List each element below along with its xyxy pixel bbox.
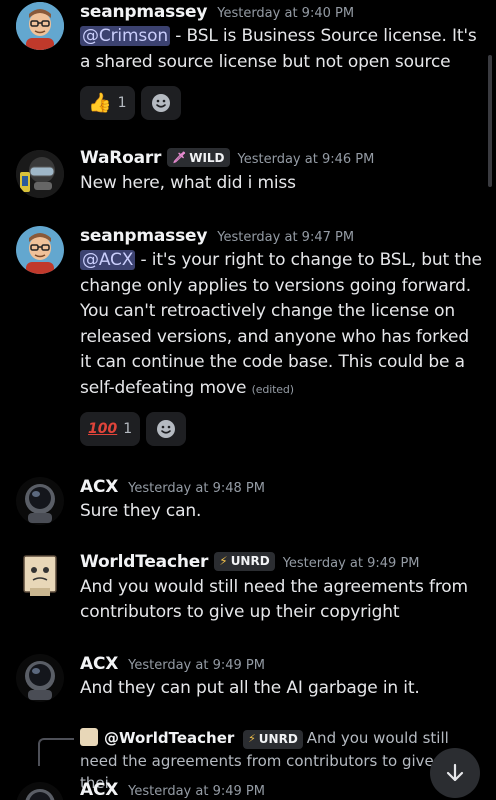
arrow-down-icon (446, 763, 464, 782)
jump-to-present-button[interactable] (430, 748, 480, 798)
reaction-count: 1 (117, 95, 127, 111)
message-text: Sure they can. (80, 501, 202, 521)
timestamp: Yesterday at 9:40 PM (217, 6, 355, 21)
avatar[interactable] (16, 654, 64, 702)
username[interactable]: seanpmassey (80, 226, 207, 246)
username[interactable]: WaRoarr (80, 148, 161, 168)
timestamp: Yesterday at 9:49 PM (282, 556, 420, 571)
reaction-hundred-points[interactable]: 100 1 (80, 412, 141, 446)
lightning-icon: ⚡ (248, 732, 256, 745)
message-text: @Crimson - BSL is Business Source licens… (80, 26, 477, 72)
guild-tag[interactable]: ⚡ UNRD (214, 551, 275, 571)
username[interactable]: ACX (80, 654, 118, 674)
avatar[interactable] (16, 226, 64, 274)
message-text: @ACX - it's your right to change to BSL,… (80, 250, 482, 398)
timestamp: Yesterday at 9:47 PM (217, 230, 355, 245)
username[interactable]: seanpmassey (80, 2, 207, 22)
avatar[interactable] (16, 477, 64, 525)
message-text: And they can put all the AI garbage in i… (80, 678, 420, 698)
timestamp: Yesterday at 9:48 PM (128, 481, 265, 496)
timestamp: Yesterday at 9:49 PM (128, 784, 265, 799)
timestamp: Yesterday at 9:46 PM (237, 152, 375, 167)
avatar[interactable] (16, 150, 64, 198)
avatar[interactable] (16, 552, 64, 600)
avatar[interactable] (16, 2, 64, 50)
scrollbar[interactable] (488, 55, 492, 187)
username[interactable]: ACX (80, 477, 118, 497)
message-text: And you would still need the agreements … (80, 576, 468, 623)
reactions: 100 1 (80, 412, 482, 446)
thumbs-up-icon: 👍 (88, 91, 112, 114)
reply-avatar (80, 728, 98, 746)
username[interactable]: ACX (80, 780, 118, 800)
username[interactable]: WorldTeacher (80, 552, 208, 572)
user-mention[interactable]: @ACX (80, 250, 136, 270)
edited-label: (edited) (251, 382, 294, 396)
message-text: New here, what did i miss (80, 173, 296, 193)
guild-tag[interactable]: 🗡 WILD (167, 148, 230, 167)
reply-connector (38, 738, 74, 766)
smiley-add-icon (151, 94, 170, 112)
add-reaction-button[interactable] (140, 86, 181, 120)
reaction-count: 1 (123, 421, 133, 437)
lightning-icon: ⚡ (219, 554, 228, 568)
guild-tag: ⚡ UNRD (243, 729, 303, 749)
reply-author[interactable]: @WorldTeacher (104, 729, 234, 747)
timestamp: Yesterday at 9:49 PM (128, 658, 265, 673)
add-reaction-button[interactable] (146, 412, 187, 446)
hundred-points-icon: 100 (88, 421, 118, 437)
reactions: 👍 1 (80, 86, 482, 120)
reaction-thumbs-up[interactable]: 👍 1 (80, 86, 135, 120)
avatar[interactable] (16, 782, 64, 800)
smiley-add-icon (157, 420, 176, 438)
user-mention[interactable]: @Crimson (80, 26, 170, 46)
sword-icon: 🗡 (172, 151, 187, 164)
